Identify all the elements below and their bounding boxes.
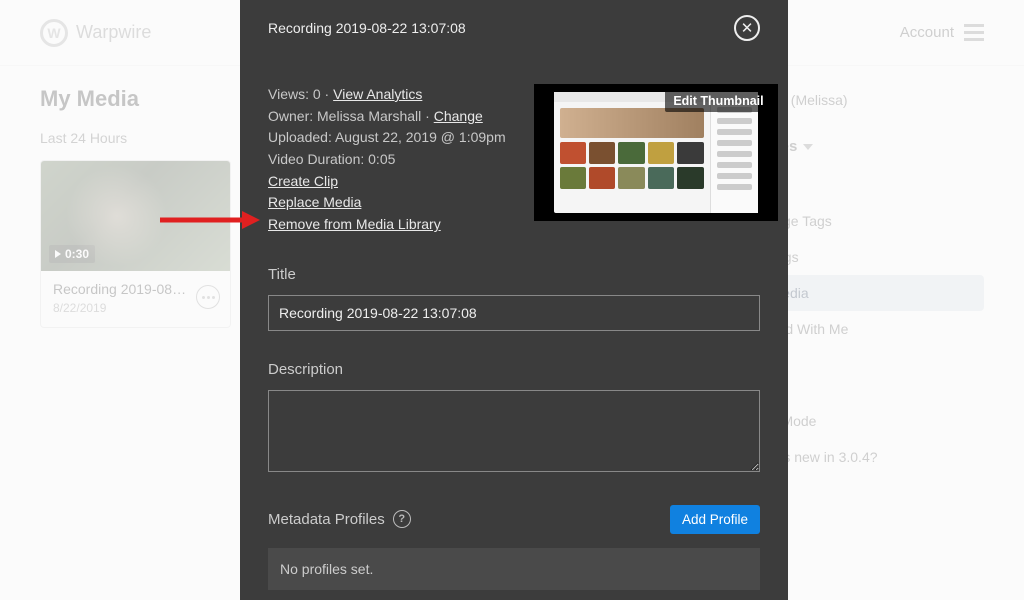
remove-media-link[interactable]: Remove from Media Library (268, 216, 441, 232)
owner-name: Melissa Marshall (317, 108, 421, 124)
title-input[interactable] (268, 295, 760, 331)
add-profile-button[interactable]: Add Profile (670, 505, 760, 534)
views-count: 0 (313, 86, 321, 102)
view-analytics-link[interactable]: View Analytics (333, 86, 422, 102)
replace-media-link[interactable]: Replace Media (268, 194, 361, 210)
modal-title: Recording 2019-08-22 13:07:08 (268, 20, 466, 36)
close-button[interactable]: ✕ (734, 15, 760, 41)
no-profiles-message: No profiles set. (268, 548, 760, 590)
duration-line: Video Duration: 0:05 (268, 149, 506, 171)
uploaded-line: Uploaded: August 22, 2019 @ 1:09pm (268, 127, 506, 149)
annotation-arrow-icon (160, 208, 260, 238)
description-label: Description (268, 361, 760, 378)
create-clip-link[interactable]: Create Clip (268, 173, 338, 189)
thumbnail-preview: Edit Thumbnail (534, 84, 778, 221)
owner-label: Owner: (268, 108, 317, 124)
metadata-profiles-label: Metadata Profiles (268, 511, 385, 528)
description-input[interactable] (268, 390, 760, 472)
media-details-modal: Recording 2019-08-22 13:07:08 ✕ Views: 0… (240, 0, 788, 600)
title-label: Title (268, 266, 760, 283)
edit-thumbnail-button[interactable]: Edit Thumbnail (665, 90, 771, 112)
close-icon: ✕ (741, 21, 754, 36)
views-label: Views: (268, 86, 313, 102)
change-owner-link[interactable]: Change (434, 108, 483, 124)
help-icon[interactable]: ? (393, 510, 411, 528)
